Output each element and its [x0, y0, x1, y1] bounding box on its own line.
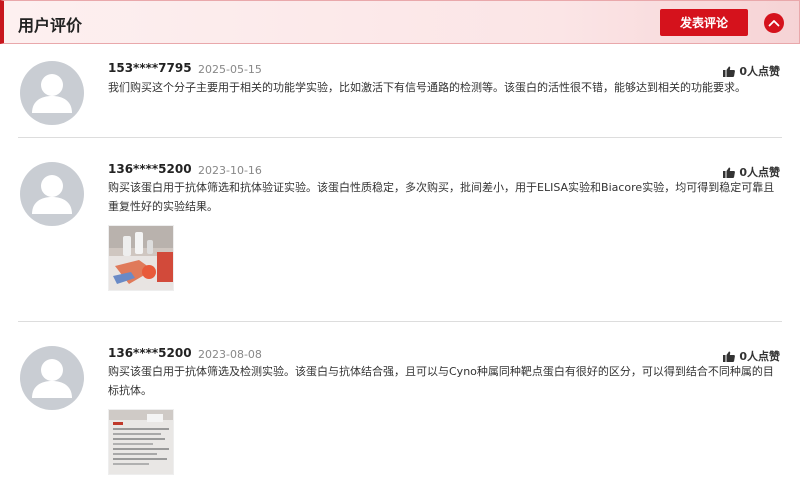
review-text: 我们购买这个分子主要用于相关的功能学实验，比如激活下有信号通路的检测等。该蛋白的…	[108, 81, 746, 94]
user-silhouette-icon	[32, 359, 72, 398]
avatar	[20, 346, 84, 410]
user-silhouette-icon	[32, 175, 72, 214]
review-photo-thumbnail[interactable]	[108, 409, 174, 475]
review-date: 2023-08-08	[198, 348, 262, 361]
review-username: 136****5200	[108, 162, 192, 176]
like-button[interactable]: 0人点赞	[723, 63, 780, 79]
review-photo-thumbnail[interactable]	[108, 225, 174, 291]
thumbs-up-icon	[723, 351, 736, 362]
thumbs-up-icon	[723, 167, 736, 178]
like-count: 0人点赞	[739, 65, 780, 78]
avatar	[20, 61, 84, 125]
review-item: 153****7795 2025-05-15 0人点赞 我们购买这个分子主要用于…	[0, 44, 800, 137]
post-comment-button[interactable]: 发表评论	[660, 9, 748, 36]
review-username: 153****7795	[108, 61, 192, 75]
chevron-up-icon	[768, 20, 780, 27]
review-username: 136****5200	[108, 346, 192, 360]
review-text: 购买该蛋白用于抗体筛选及检测实验。该蛋白与抗体结合强，且可以与Cyno种属同种靶…	[108, 365, 774, 397]
review-text: 购买该蛋白用于抗体筛选和抗体验证实验。该蛋白性质稳定，多次购买，批间差小，用于E…	[108, 181, 775, 213]
lab-photo-image	[109, 226, 173, 290]
section-title: 用户评价	[18, 16, 83, 35]
review-item: 136****5200 2023-08-08 0人点赞 购买该蛋白用于抗体筛选及…	[0, 322, 800, 488]
document-photo-image	[109, 410, 173, 474]
thumbs-up-icon	[723, 66, 736, 77]
review-date: 2023-10-16	[198, 164, 262, 177]
avatar	[20, 162, 84, 226]
review-date: 2025-05-15	[198, 63, 262, 76]
review-item: 136****5200 2023-10-16 0人点赞 购买该蛋白用于抗体筛选和…	[0, 138, 800, 321]
user-silhouette-icon	[32, 74, 72, 113]
collapse-button[interactable]	[764, 13, 784, 33]
